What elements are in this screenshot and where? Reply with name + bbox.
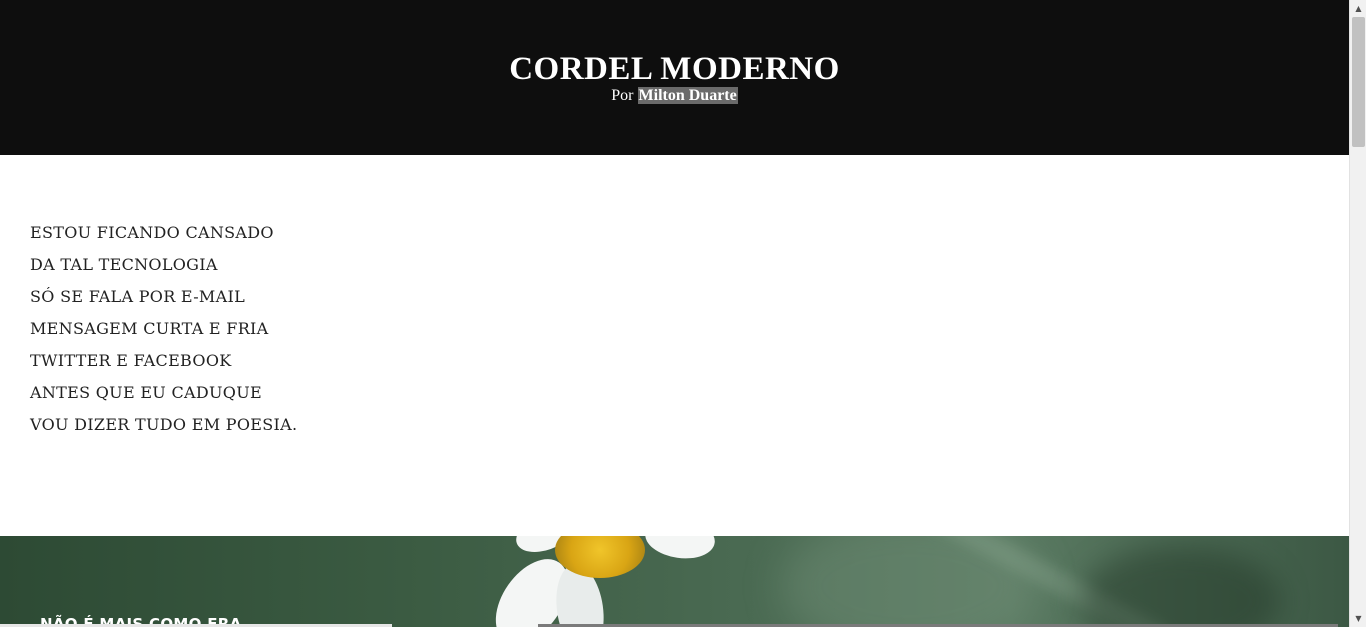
site-header: CORDEL MODERNO Por Milton Duarte [0, 0, 1349, 155]
poem-line: MENSAGEM CURTA E FRIA [30, 319, 269, 338]
daisy-flower-image [495, 536, 725, 627]
chevron-up-icon[interactable]: ▲ [1350, 0, 1366, 17]
poem-line: ANTES QUE EU CADUQUE [30, 383, 262, 402]
poem: ESTOU FICANDO CANSADO DA TAL TECNOLOGIA … [30, 221, 297, 445]
poem-line: TWITTER E FACEBOOK [30, 351, 232, 370]
byline-prefix: Por [611, 87, 634, 104]
scrollbar-thumb[interactable] [1352, 17, 1365, 147]
byline: Por Milton Duarte [0, 86, 1349, 106]
poem-line: ESTOU FICANDO CANSADO [30, 223, 274, 242]
poem-line: DA TAL TECNOLOGIA [30, 255, 218, 274]
chevron-down-icon[interactable]: ▼ [1350, 610, 1366, 627]
poem-line: VOU DIZER TUDO EM POESIA. [30, 415, 298, 434]
vertical-scrollbar[interactable]: ▲ ▼ [1349, 0, 1366, 627]
poem-line: SÓ SE FALA POR E-MAIL [30, 287, 246, 306]
flower-petal [642, 536, 718, 563]
author-name[interactable]: Milton Duarte [637, 87, 738, 104]
site-title: CORDEL MODERNO [509, 51, 840, 87]
page: CORDEL MODERNO Por Milton Duarte ESTOU F… [0, 0, 1349, 627]
photo-bokeh [1080, 546, 1280, 627]
